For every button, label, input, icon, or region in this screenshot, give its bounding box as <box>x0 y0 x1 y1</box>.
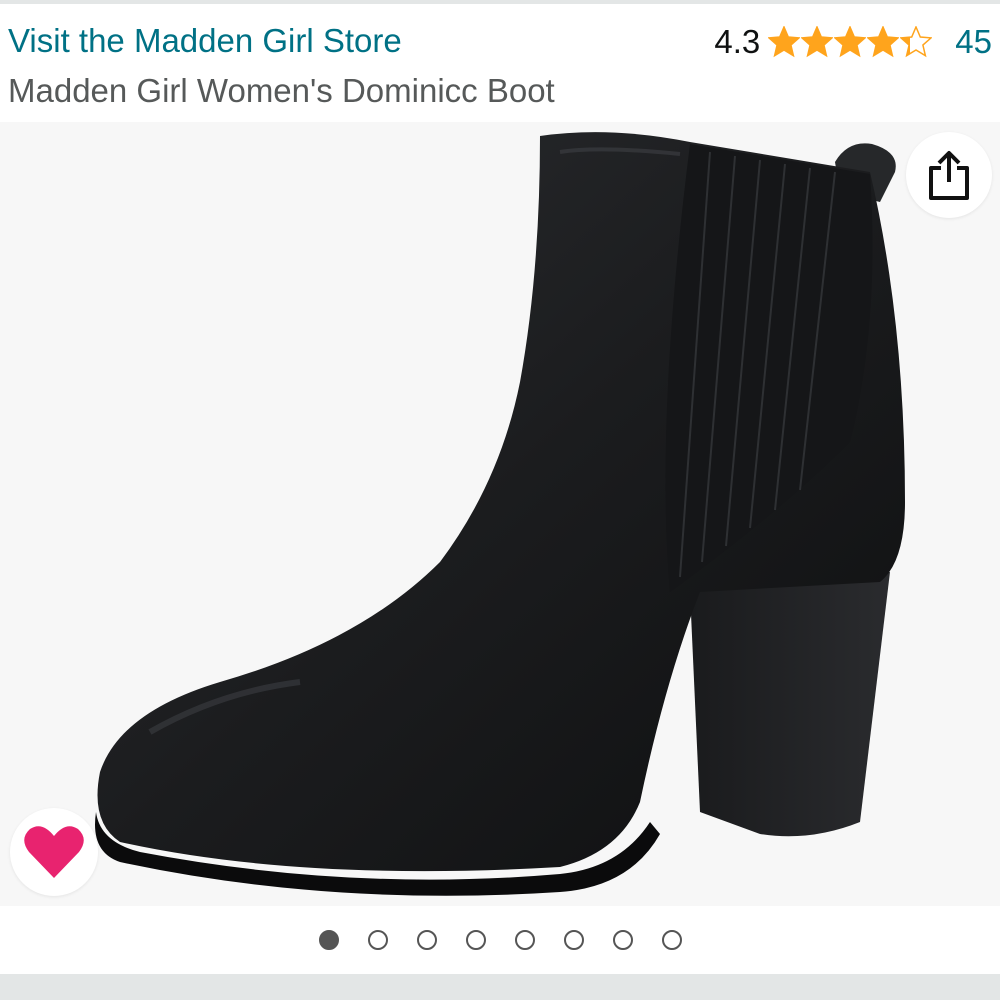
image-pagination <box>0 906 1000 974</box>
star-icon <box>900 26 933 58</box>
product-title: Madden Girl Women's Dominicc Boot <box>8 72 555 109</box>
product-image[interactable] <box>0 122 1000 906</box>
pagination-dot[interactable] <box>661 930 682 950</box>
star-icon <box>867 26 900 58</box>
pagination-dot[interactable] <box>318 930 339 950</box>
pagination-dot[interactable] <box>563 930 584 950</box>
pagination-dot[interactable] <box>514 930 535 950</box>
product-header: Visit the Madden Girl Store 4.3 45 Madde… <box>0 4 1000 122</box>
pagination-dot[interactable] <box>367 930 388 950</box>
rating-value: 4.3 <box>714 23 761 60</box>
store-link[interactable]: Visit the Madden Girl Store <box>8 22 402 60</box>
share-button[interactable] <box>906 132 992 218</box>
star-icon <box>768 26 801 58</box>
rating-count[interactable]: 45 <box>955 23 992 61</box>
star-icon <box>801 26 834 58</box>
product-image-gallery[interactable] <box>0 122 1000 906</box>
rating-summary[interactable]: 4.3 45 <box>714 22 992 62</box>
share-icon <box>929 151 969 200</box>
star-icon <box>834 26 867 58</box>
wishlist-button[interactable] <box>10 808 98 896</box>
pagination-dot[interactable] <box>416 930 437 950</box>
pagination-dot[interactable] <box>612 930 633 950</box>
heart-icon <box>24 826 84 878</box>
star-rating <box>768 26 933 58</box>
bottom-divider <box>0 974 1000 1000</box>
pagination-dot[interactable] <box>465 930 486 950</box>
